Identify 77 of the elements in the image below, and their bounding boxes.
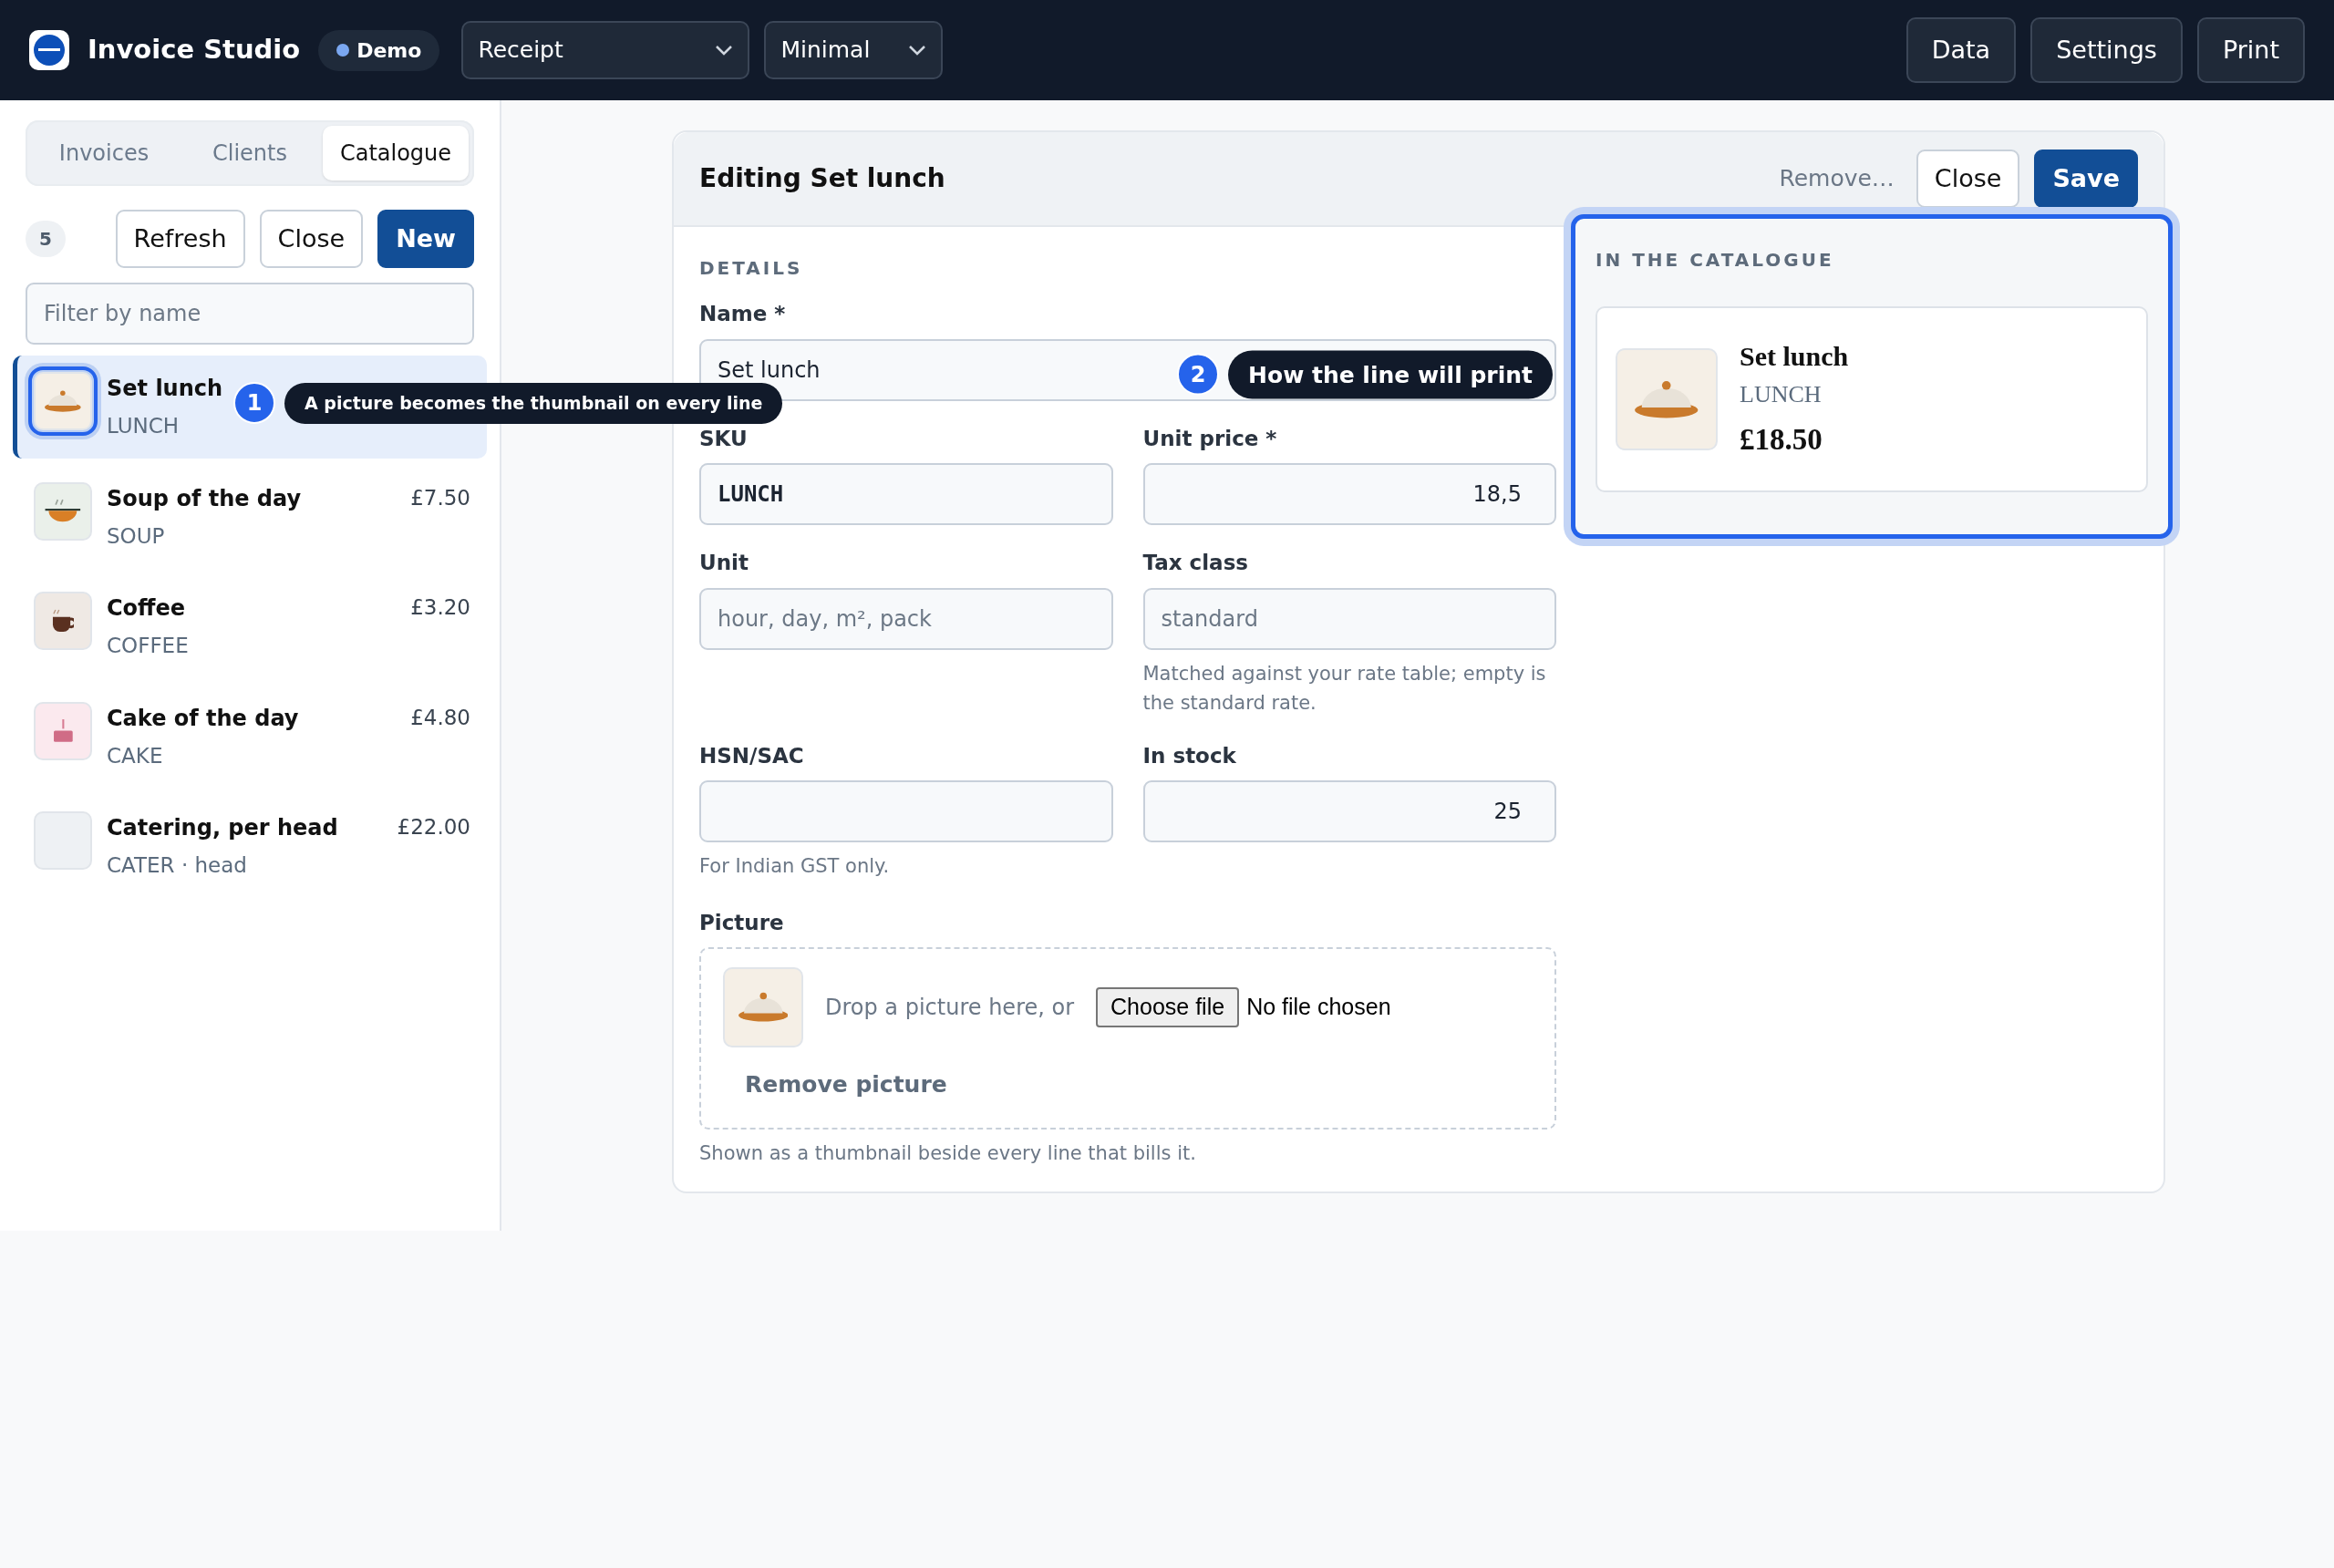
list-item[interactable]: Cake of the day CAKE £4.80 (13, 685, 487, 788)
help-text: Shown as a thumbnail beside every line that bills it. (699, 1140, 1197, 1166)
item-price: £7.50 (410, 484, 470, 511)
item-name: Catering, per head (107, 814, 338, 842)
item-name: Set lunch (107, 375, 223, 403)
preview-sku: LUNCH (1740, 380, 1823, 409)
list-item[interactable]: Soup of the day SOUP £7.50 (13, 465, 487, 568)
input-field[interactable]: standard (1142, 587, 1556, 650)
chevron-icon (715, 45, 734, 56)
editor-title: Editing Set lunch (699, 162, 945, 195)
toolbar-button[interactable]: Settings (2030, 17, 2183, 83)
item-sku: CATER · head (107, 852, 247, 879)
field-label: Unit (699, 550, 749, 576)
button[interactable]: Save (2034, 150, 2138, 208)
drop-hint: Drop a picture here, or (825, 994, 1075, 1023)
filter-field[interactable]: Filter by name (26, 283, 474, 345)
preview-price: £18.50 (1740, 422, 1823, 458)
status-dot (336, 44, 350, 57)
item-price: £4.80 (410, 704, 470, 731)
chevron-icon (908, 45, 927, 56)
tour-tooltip: A picture becomes the thumbnail on every line (284, 383, 783, 424)
toolbar-button[interactable]: Data (1905, 17, 2017, 83)
file-status: No file chosen (1246, 993, 1391, 1022)
list-item[interactable]: Catering, per head CATER · head £22.00 (13, 795, 487, 898)
field-label: In stock (1142, 742, 1237, 769)
thumbnail (34, 811, 92, 870)
list-item[interactable]: Coffee COFFEE £3.20 (13, 575, 487, 678)
item-price: £3.20 (410, 594, 470, 621)
item-name: Soup of the day (107, 484, 302, 513)
remove-picture-button[interactable]: Remove picture (745, 1068, 947, 1102)
select-field[interactable]: Minimal (764, 21, 944, 79)
badge-label: Demo (356, 37, 422, 64)
tour-tooltip: How the line will print (1228, 350, 1553, 399)
section-heading: DETAILS (699, 256, 804, 281)
help-text: Matched against your rate table; empty is the standard rate. (1142, 661, 1547, 717)
select-field[interactable]: Receipt (461, 21, 750, 79)
field-label: Tax class (1142, 550, 1249, 576)
help-text: For Indian GST only. (699, 854, 891, 880)
count-badge: 5 (26, 221, 66, 257)
field-label: SKU (699, 425, 749, 452)
input-field[interactable]: 18,5 (1142, 463, 1556, 525)
item-name: Cake of the day (107, 704, 299, 733)
button[interactable]: Close (1916, 150, 2020, 208)
section-heading: IN THE CATALOGUE (1596, 248, 1835, 273)
item-sku: SOUP (107, 522, 165, 550)
cup-icon (51, 608, 75, 634)
choose-file-button[interactable]: Choose file (1096, 987, 1240, 1027)
cake-icon (52, 718, 74, 743)
tab[interactable]: Clients (177, 126, 323, 181)
drop-zone[interactable]: Drop a picture here, or Choose file No file chosen Remove picture (699, 947, 1556, 1130)
input-field[interactable]: LUNCH (699, 463, 1113, 525)
app-title: Invoice Studio (88, 33, 301, 67)
item-sku: CAKE (107, 742, 163, 769)
cloche-icon (1635, 379, 1699, 418)
button[interactable]: New (377, 210, 474, 268)
tab[interactable]: Catalogue (323, 126, 469, 181)
item-price: £22.00 (397, 814, 470, 841)
input-field[interactable]: 25 (1142, 780, 1556, 843)
remove-link[interactable]: Remove… (1779, 161, 1895, 196)
tab[interactable]: Invoices (31, 126, 177, 181)
field-label: Picture (699, 909, 785, 936)
item-sku: LUNCH (107, 413, 180, 439)
field-label: Unit price * (1142, 425, 1278, 452)
item-sku: COFFEE (107, 633, 189, 659)
field-label: Name * (699, 301, 787, 327)
bowl-icon (45, 499, 81, 523)
cloche-icon (45, 389, 81, 413)
preview-name: Set lunch (1740, 340, 1849, 373)
logo-icon (29, 30, 69, 70)
toolbar-button[interactable]: Print (2196, 17, 2305, 83)
cloche-icon (738, 992, 789, 1023)
item-name: Coffee (107, 594, 186, 623)
input-field[interactable]: hour, day, m², pack (699, 587, 1113, 650)
button[interactable]: Close (259, 210, 364, 268)
button[interactable]: Refresh (115, 210, 245, 268)
field-label: HSN/SAC (699, 742, 805, 769)
input-field[interactable] (699, 780, 1113, 843)
